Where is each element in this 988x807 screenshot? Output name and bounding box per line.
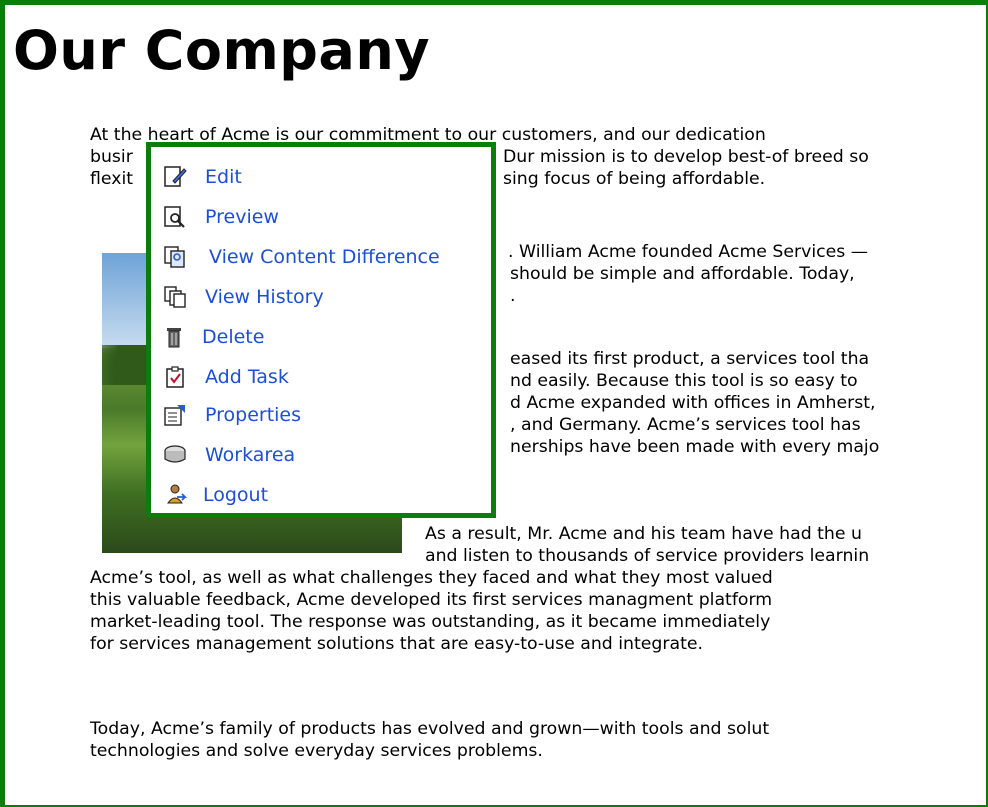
menu-item-label: Delete — [202, 326, 265, 348]
body-text-line: . — [510, 286, 516, 306]
menu-item-workarea[interactable]: Workarea — [163, 443, 295, 467]
body-text-line: , and Germany. Acme’s services tool has — [510, 415, 861, 435]
menu-item-label: Edit — [205, 166, 242, 188]
menu-item-label: View Content Difference — [209, 246, 440, 268]
workarea-icon — [163, 443, 187, 467]
properties-icon — [163, 403, 187, 427]
menu-item-delete[interactable]: Delete — [163, 325, 264, 349]
menu-item-logout[interactable]: Logout — [163, 483, 268, 507]
body-text-line: nerships have been made with every majo — [510, 437, 880, 457]
body-text-line: for services management solutions that a… — [90, 634, 703, 654]
page-title: Our Company — [13, 19, 431, 82]
body-text-line: flexit — [90, 169, 134, 189]
trash-icon — [163, 325, 187, 349]
logout-icon — [163, 483, 187, 507]
body-text-line: nd easily. Because this tool is so easy … — [510, 371, 858, 391]
body-text-line: should be simple and affordable. Today, — [510, 264, 855, 284]
body-text-line: Acme’s tool, as well as what challenges … — [90, 568, 773, 588]
context-menu: Edit Preview View Content Difference Vie… — [146, 142, 496, 518]
menu-item-label: Add Task — [205, 366, 289, 388]
menu-item-label: View History — [205, 286, 324, 308]
menu-item-label: Properties — [205, 404, 302, 426]
edit-icon — [163, 165, 187, 189]
menu-item-label: Logout — [203, 484, 269, 506]
body-text-line: this valuable feedback, Acme developed i… — [90, 590, 773, 610]
body-text-line: sing focus of being affordable. — [503, 169, 766, 189]
menu-item-label: Workarea — [205, 444, 296, 466]
menu-item-label: Preview — [205, 206, 279, 228]
preview-icon — [163, 205, 187, 229]
body-text-line: d Acme expanded with offices in Amherst, — [510, 393, 876, 413]
body-text-line: Today, Acme’s family of products has evo… — [90, 719, 770, 739]
body-text-line: and listen to thousands of service provi… — [425, 546, 870, 566]
menu-item-edit[interactable]: Edit — [163, 165, 242, 189]
menu-item-preview[interactable]: Preview — [163, 205, 279, 229]
content-difference-icon — [163, 245, 187, 269]
menu-item-add-task[interactable]: Add Task — [163, 365, 289, 389]
body-text-line: busir — [90, 147, 133, 167]
body-text-line: market-leading tool. The response was ou… — [90, 612, 771, 632]
menu-item-properties[interactable]: Properties — [163, 403, 301, 427]
body-text-line: . William Acme founded Acme Services — — [508, 242, 869, 262]
menu-item-view-history[interactable]: View History — [163, 285, 324, 309]
task-icon — [163, 365, 187, 389]
body-text-line: Dur mission is to develop best-of breed … — [503, 147, 869, 167]
menu-item-view-content-difference[interactable]: View Content Difference — [163, 245, 440, 269]
body-text-line: technologies and solve everyday services… — [90, 741, 543, 761]
body-text-line: As a result, Mr. Acme and his team have … — [425, 524, 862, 544]
body-text-line: eased its first product, a services tool… — [510, 349, 870, 369]
history-icon — [163, 285, 187, 309]
